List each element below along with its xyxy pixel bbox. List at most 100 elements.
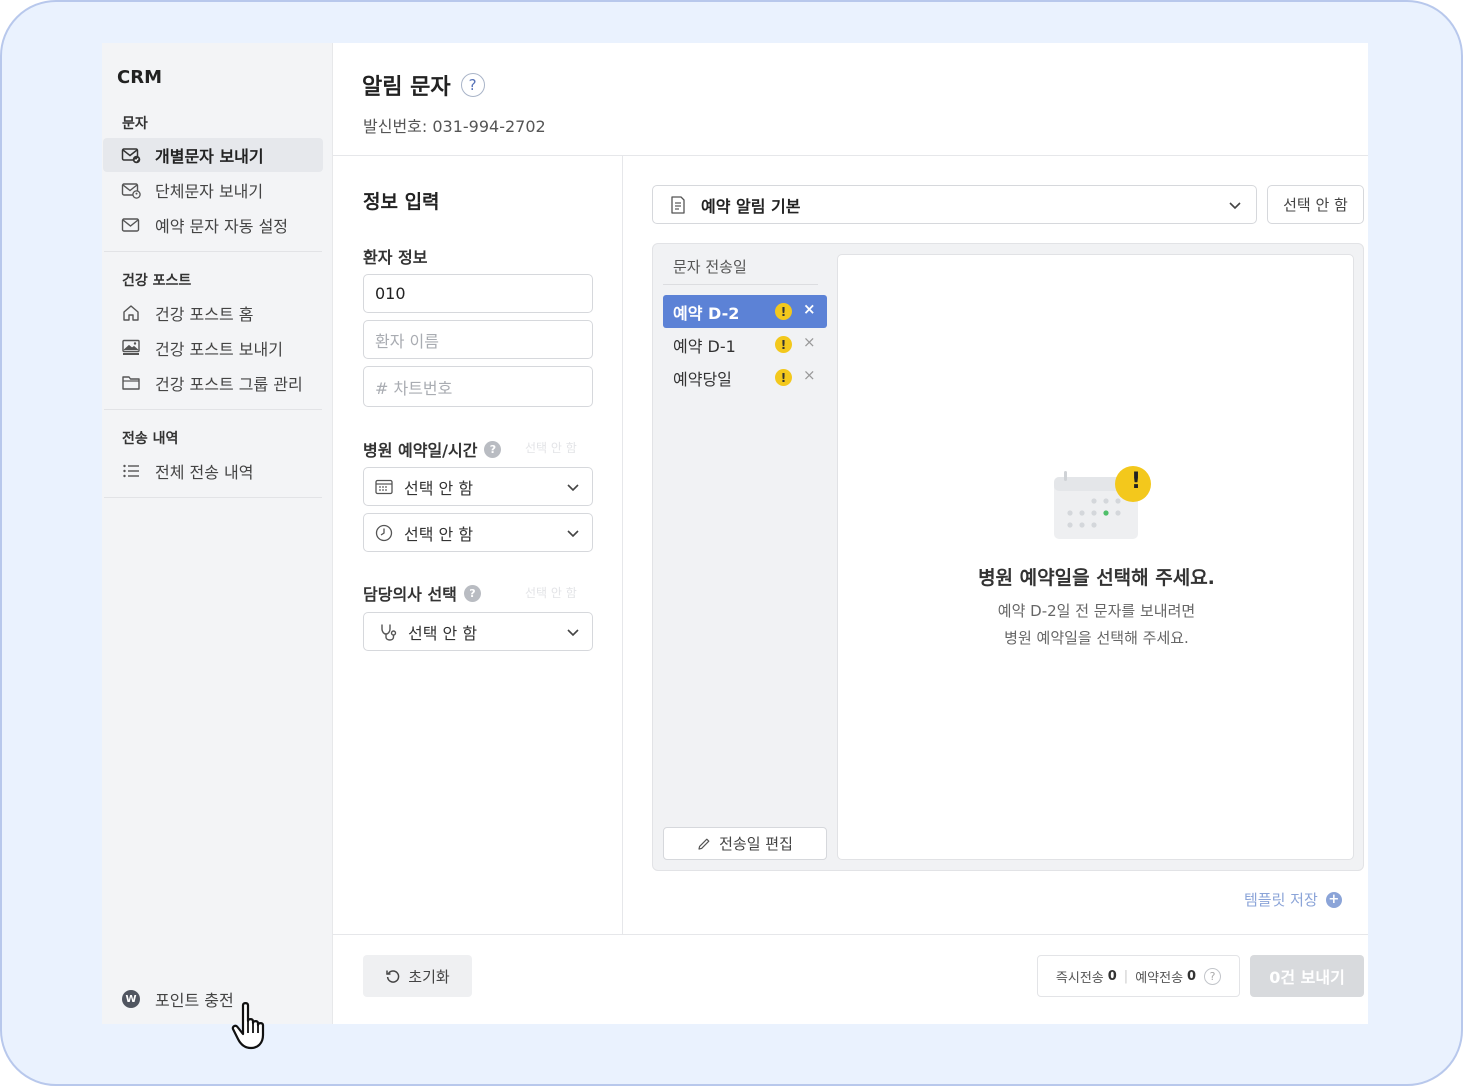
schedule-header: 문자 전송일 [673,258,747,276]
sidebar-item-health-post-home[interactable]: 건강 포스트 홈 [103,296,323,330]
separator: | [1123,968,1129,984]
appointment-label: 병원 예약일/시간 ? [363,437,502,461]
plus-icon: + [1325,891,1342,908]
clock-icon [374,523,394,543]
app-window: CRM 문자 개별문자 보내기 단체문자 보내기 예약 문자 자동 설정 건강 … [102,43,1368,1050]
sidebar-item-individual-sms[interactable]: 개별문자 보내기 [103,138,323,172]
section-title-health-post: 건강 포스트 [122,273,192,289]
doctor-label-text: 담당의사 선택 [363,585,457,604]
sidebar: CRM 문자 개별문자 보내기 단체문자 보내기 예약 문자 자동 설정 건강 … [102,43,333,1050]
help-icon[interactable]: ? [1204,967,1222,985]
sidebar-item-group-sms[interactable]: 단체문자 보내기 [103,173,323,207]
point-charge-label: 포인트 충전 [155,991,234,1010]
sidebar-item-label: 건강 포스트 보내기 [155,340,283,359]
appointment-date-select[interactable]: 선택 안 함 [363,467,593,506]
sidebar-item-health-post-send[interactable]: 건강 포스트 보내기 [103,331,323,365]
empty-state-title: 병원 예약일을 선택해 주세요. [978,567,1215,589]
patient-info-label: 환자 정보 [363,248,428,267]
send-counts: 즉시전송 0 | 예약전송 0 ? [1037,955,1240,997]
hand-cursor-icon [231,1002,265,1050]
phone-input[interactable]: 010 [363,274,593,313]
sidebar-item-label: 예약 문자 자동 설정 [155,217,289,236]
template-select-value: 예약 알림 기본 [701,196,801,216]
template-none-button[interactable]: 선택 안 함 [1267,185,1364,224]
template-select[interactable]: 예약 알림 기본 [652,185,1257,224]
sidebar-item-label: 건강 포스트 그룹 관리 [155,375,303,394]
instant-count: 0 [1107,968,1117,984]
schedule-day-label: 예약 D-1 [673,336,736,356]
envelope-check-icon [121,145,141,165]
schedule-day-d2[interactable]: 예약 D-2 ! × [663,295,827,328]
envelope-group-icon [121,180,141,200]
close-icon[interactable]: × [803,333,816,351]
column-divider [622,155,623,934]
form-title: 정보 입력 [363,191,440,213]
reset-button[interactable]: 초기화 [363,955,472,997]
sidebar-item-label: 전체 전송 내역 [155,463,254,482]
send-button[interactable]: 0건 보내기 [1250,955,1364,997]
doctor-select[interactable]: 선택 안 함 [363,612,593,651]
coin-icon: W [122,990,140,1008]
sidebar-item-health-post-group[interactable]: 건강 포스트 그룹 관리 [103,366,323,400]
chart-number-input[interactable]: # 차트번호 [363,366,593,407]
appointment-time-select[interactable]: 선택 안 함 [363,513,593,552]
warning-mark: ! [1130,469,1142,494]
save-template-label: 템플릿 저장 [1244,891,1318,909]
close-icon[interactable]: × [803,300,816,318]
edit-schedule-label: 전송일 편집 [719,835,793,853]
schedule-day-label: 예약 D-2 [673,303,740,323]
folder-icon [121,373,141,393]
divider [663,284,818,285]
schedule-day-d1[interactable]: 예약 D-1 ! × [663,328,827,361]
select-value: 선택 안 함 [404,478,474,498]
schedule-panel: 문자 전송일 예약 D-2 ! × 예약 D-1 ! × 예약당일 ! × 전송… [652,243,1364,871]
doctor-label: 담당의사 선택 ? [363,581,481,605]
page-title: 알림 문자 ? [362,69,485,101]
scheduled-count: 0 [1187,968,1197,984]
document-icon [669,195,687,215]
chevron-down-icon [1229,202,1241,210]
message-preview: ! 병원 예약일을 선택해 주세요. 예약 D-2일 전 문자를 보내려면 병원… [837,254,1354,860]
refresh-icon [386,970,400,983]
question-icon[interactable]: ? [484,440,502,458]
schedule-day-label: 예약당일 [673,369,732,389]
section-title-message: 문자 [122,116,148,132]
brand-logo: CRM [117,67,162,88]
point-charge-link[interactable]: W 포인트 충전 [122,987,234,1011]
envelope-icon [121,215,141,235]
warning-icon: ! [775,336,792,353]
page-title-text: 알림 문자 [362,75,451,100]
edit-schedule-button[interactable]: 전송일 편집 [663,827,827,860]
appointment-label-text: 병원 예약일/시간 [363,441,478,460]
schedule-day-same[interactable]: 예약당일 ! × [663,361,827,394]
pencil-icon [698,838,710,850]
image-post-icon [121,338,141,358]
appointment-hint: 선택 안 함 [525,441,577,455]
select-value: 선택 안 함 [404,524,474,544]
sidebar-item-label: 건강 포스트 홈 [155,305,254,324]
sidebar-item-label: 개별문자 보내기 [155,147,264,166]
list-icon [121,461,141,481]
stethoscope-icon [378,622,398,642]
warning-icon: ! [775,369,792,386]
scheduled-label: 예약전송 [1135,970,1184,986]
empty-state-desc-1: 예약 D-2일 전 문자를 보내려면 [997,602,1196,620]
section-title-history: 전송 내역 [122,431,179,447]
save-template-button[interactable]: 템플릿 저장 + [1244,889,1342,910]
divider [104,409,322,410]
chevron-down-icon [567,484,579,492]
home-icon [121,303,141,323]
sender-number: 발신번호: 031-994-2702 [363,117,546,136]
chevron-down-icon [567,530,579,538]
question-icon[interactable]: ? [463,584,481,602]
sidebar-item-auto-sms[interactable]: 예약 문자 자동 설정 [103,208,323,242]
chevron-down-icon [567,629,579,637]
divider [104,497,322,498]
sidebar-item-label: 단체문자 보내기 [155,182,264,201]
divider [104,251,322,252]
close-icon[interactable]: × [803,366,816,384]
sidebar-item-all-history[interactable]: 전체 전송 내역 [103,454,323,488]
patient-name-input[interactable]: 환자 이름 [363,320,593,359]
help-icon[interactable]: ? [460,73,485,97]
instant-label: 즉시전송 [1055,970,1104,986]
